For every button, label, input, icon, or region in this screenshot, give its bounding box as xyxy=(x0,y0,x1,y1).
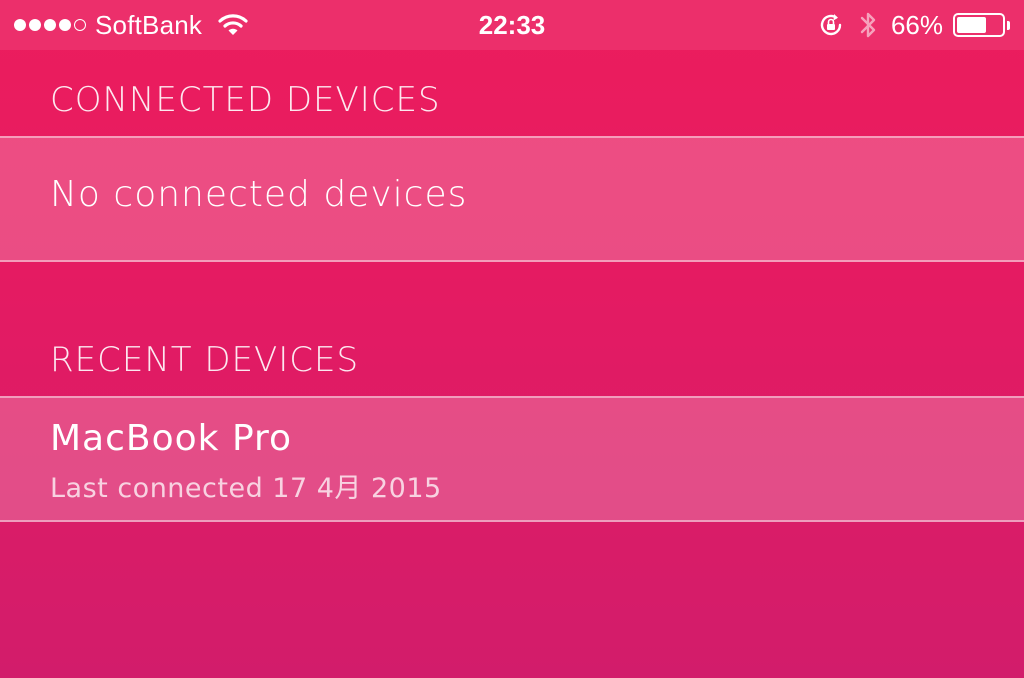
no-connected-devices-label: No connected devices xyxy=(50,174,468,215)
recent-devices-header: RECENT DEVICES xyxy=(50,340,360,380)
status-right: 66% xyxy=(817,0,1010,50)
battery-level-fill xyxy=(957,17,987,33)
device-name: MacBook Pro xyxy=(50,418,293,459)
status-bar: SoftBank 22:33 66% xyxy=(0,0,1024,50)
battery-nub xyxy=(1007,20,1010,30)
rotation-lock-icon xyxy=(817,11,845,39)
battery-icon xyxy=(953,13,1005,37)
battery-percent: 66% xyxy=(890,9,943,40)
recent-device-row[interactable]: MacBook Pro Last connected 17 4月 2015 xyxy=(0,396,1024,522)
bluetooth-icon xyxy=(859,10,877,40)
connected-devices-empty-row: No connected devices xyxy=(0,136,1024,262)
device-last-connected: Last connected 17 4月 2015 xyxy=(50,473,442,504)
connected-devices-header: CONNECTED DEVICES xyxy=(50,80,441,120)
